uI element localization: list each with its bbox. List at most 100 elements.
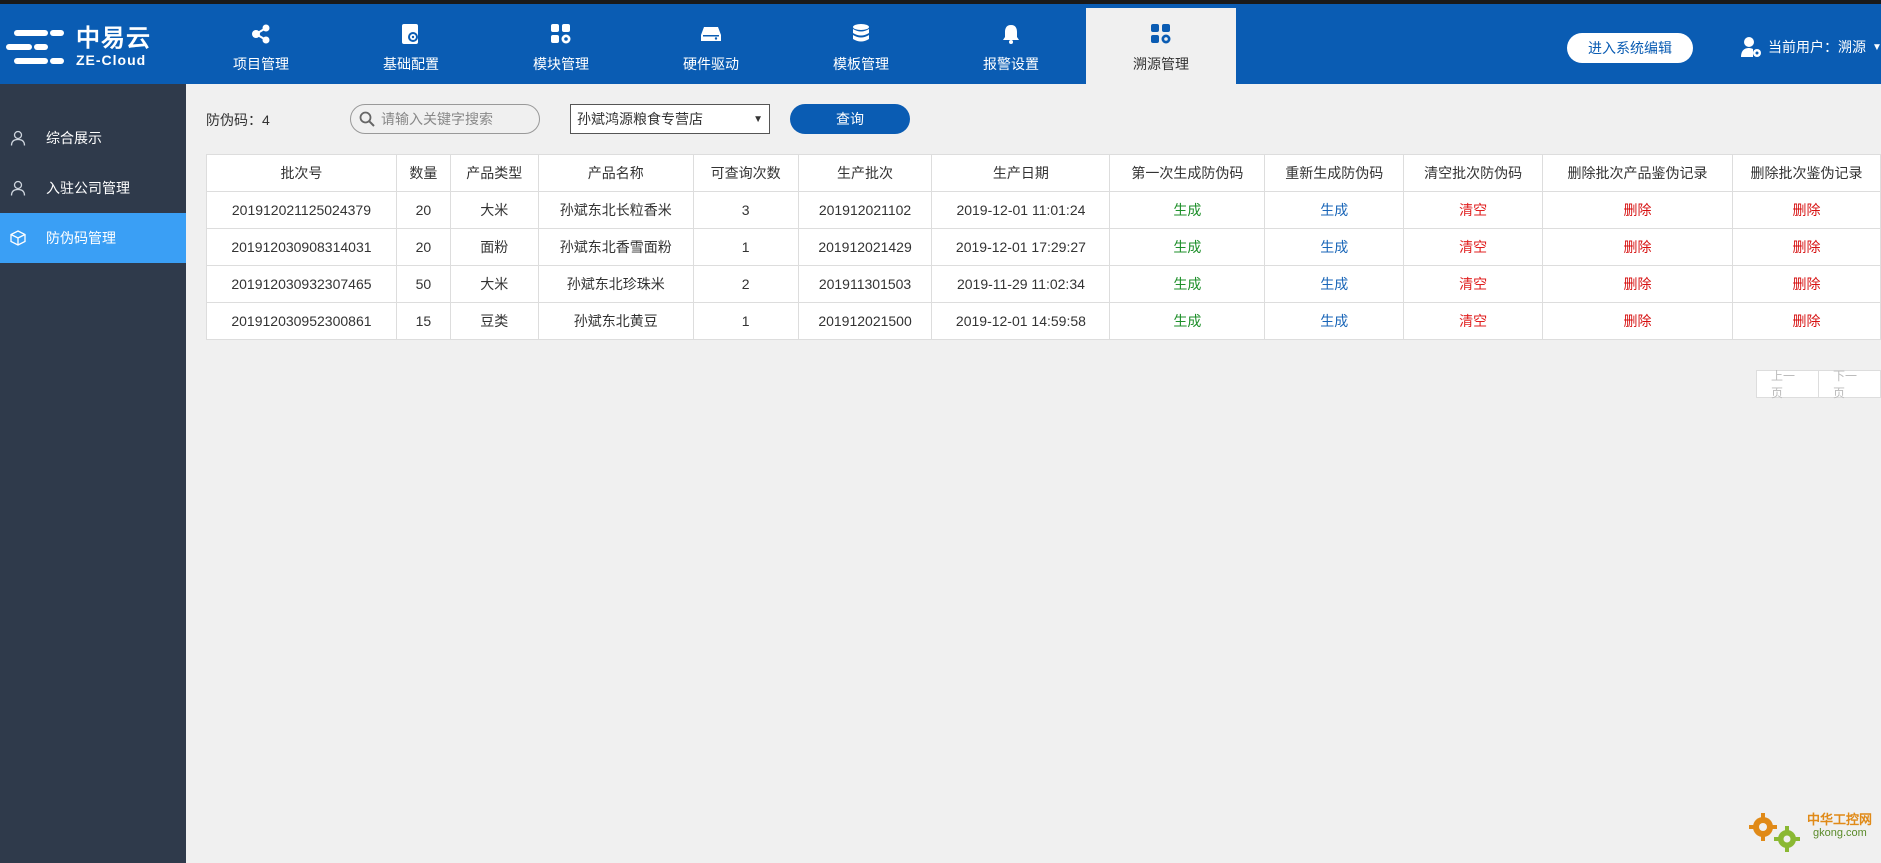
- ze-logo-icon: [6, 24, 68, 70]
- nav-label: 模板管理: [833, 56, 889, 72]
- current-user[interactable]: 当前用户：溯源 ▼: [1740, 36, 1881, 58]
- production-batch: 201912021102: [797, 191, 933, 229]
- col-header: 第一次生成防伪码: [1109, 154, 1266, 192]
- hard-drive-icon: [699, 22, 723, 46]
- quantity: 15: [395, 302, 451, 340]
- query-count: 3: [692, 191, 799, 229]
- nav-label: 硬件驱动: [683, 56, 739, 72]
- first-generate-link[interactable]: 生成: [1109, 191, 1266, 229]
- nav-item-template[interactable]: 模板管理: [786, 8, 936, 88]
- col-header: 删除批次鉴伪记录: [1731, 154, 1881, 192]
- store-select-value: 孙斌鸿源粮食专营店: [577, 111, 703, 127]
- product-type: 大米: [449, 191, 539, 229]
- query-button[interactable]: 查询: [790, 104, 910, 134]
- col-header: 数量: [395, 154, 451, 192]
- production-date: 2019-12-01 14:59:58: [931, 302, 1111, 340]
- prev-page-button[interactable]: 上一页: [1756, 369, 1819, 400]
- gear-icon: [1749, 813, 1800, 852]
- product-type: 大米: [449, 265, 539, 303]
- regenerate-link[interactable]: 生成: [1264, 191, 1405, 229]
- logo[interactable]: 中易云 ZE-Cloud: [6, 22, 156, 72]
- search-box[interactable]: [350, 104, 540, 134]
- enter-system-edit-button[interactable]: 进入系统编辑: [1567, 33, 1693, 63]
- product-name: 孙斌东北长粒香米: [537, 191, 694, 229]
- user-icon: [9, 129, 27, 147]
- product-type: 面粉: [449, 228, 539, 266]
- production-batch: 201912021429: [797, 228, 933, 266]
- regenerate-link[interactable]: 生成: [1264, 265, 1405, 303]
- production-batch: 201911301503: [797, 265, 933, 303]
- nav-item-alarm[interactable]: 报警设置: [936, 8, 1086, 88]
- nav-label: 项目管理: [233, 56, 289, 72]
- store-select[interactable]: 孙斌鸿源粮食专营店 ▼: [570, 104, 770, 134]
- product-name: 孙斌东北香雪面粉: [537, 228, 694, 266]
- nav-item-basic-config[interactable]: 基础配置: [336, 8, 486, 88]
- first-generate-link[interactable]: 生成: [1109, 265, 1266, 303]
- product-name: 孙斌东北黄豆: [537, 302, 694, 340]
- delete-product-records-link[interactable]: 删除: [1542, 191, 1733, 229]
- logo-cn-text: 中易云: [76, 25, 151, 52]
- quantity: 20: [395, 191, 451, 229]
- product-type: 豆类: [449, 302, 539, 340]
- nav-item-project[interactable]: 项目管理: [186, 8, 336, 88]
- col-header: 可查询次数: [692, 154, 799, 192]
- table-row: 201912030932307465 50 大米 孙斌东北珍珠米 2 20191…: [206, 265, 1881, 303]
- watermark-text: 中华工控网: [1807, 812, 1873, 827]
- delete-batch-records-link[interactable]: 删除: [1731, 265, 1881, 303]
- col-header: 批次号: [206, 154, 397, 192]
- nav-label: 报警设置: [983, 56, 1039, 72]
- nav-label: 模块管理: [533, 56, 589, 72]
- delete-product-records-link[interactable]: 删除: [1542, 228, 1733, 266]
- batch-number: 201912021125024379: [206, 191, 397, 229]
- regenerate-link[interactable]: 生成: [1264, 228, 1405, 266]
- delete-product-records-link[interactable]: 删除: [1542, 302, 1733, 340]
- sidebar-item-company[interactable]: 入驻公司管理: [0, 163, 186, 213]
- batch-number: 201912030932307465: [206, 265, 397, 303]
- quantity: 20: [395, 228, 451, 266]
- nav-label: 溯源管理: [1133, 56, 1189, 72]
- search-input[interactable]: [381, 111, 531, 127]
- col-header: 生产日期: [931, 154, 1111, 192]
- first-generate-link[interactable]: 生成: [1109, 302, 1266, 340]
- batch-number: 201912030952300861: [206, 302, 397, 340]
- database-icon: [849, 22, 873, 46]
- nav-item-module[interactable]: 模块管理: [486, 8, 636, 88]
- cube-icon: [9, 229, 27, 247]
- first-generate-link[interactable]: 生成: [1109, 228, 1266, 266]
- col-header: 产品名称: [537, 154, 694, 192]
- table-row: 201912030952300861 15 豆类 孙斌东北黄豆 1 201912…: [206, 302, 1881, 340]
- clear-link[interactable]: 清空: [1403, 265, 1544, 303]
- delete-batch-records-link[interactable]: 删除: [1731, 302, 1881, 340]
- table-row: 201912030908314031 20 面粉 孙斌东北香雪面粉 1 2019…: [206, 228, 1881, 266]
- pagination: 上一页 下一页: [1756, 369, 1881, 400]
- delete-batch-records-link[interactable]: 删除: [1731, 191, 1881, 229]
- sidebar-item-anticounterfeit[interactable]: 防伪码管理: [0, 213, 186, 263]
- next-page-button[interactable]: 下一页: [1819, 369, 1881, 400]
- clear-link[interactable]: 清空: [1403, 191, 1544, 229]
- watermark-url: gkong.com: [1813, 827, 1867, 839]
- current-user-label: 当前用户：溯源: [1768, 39, 1866, 55]
- batch-number: 201912030908314031: [206, 228, 397, 266]
- clear-link[interactable]: 清空: [1403, 302, 1544, 340]
- top-bar: 中易云 ZE-Cloud 项目管理 基础配置 模块管理 硬件驱动 模板管理 报警…: [0, 0, 1881, 88]
- delete-batch-records-link[interactable]: 删除: [1731, 228, 1881, 266]
- query-count: 2: [692, 265, 799, 303]
- production-batch: 201912021500: [797, 302, 933, 340]
- production-date: 2019-11-29 11:02:34: [931, 265, 1111, 303]
- quantity: 50: [395, 265, 451, 303]
- sidebar-item-overview[interactable]: 综合展示: [0, 113, 186, 163]
- nav-item-traceability[interactable]: 溯源管理: [1086, 8, 1236, 88]
- user-gear-icon: [1740, 36, 1762, 58]
- share-nodes-icon: [249, 22, 273, 46]
- delete-product-records-link[interactable]: 删除: [1542, 265, 1733, 303]
- table-row: 201912021125024379 20 大米 孙斌东北长粒香米 3 2019…: [206, 191, 1881, 229]
- table-header-row: 批次号 数量 产品类型 产品名称 可查询次数 生产批次 生产日期 第一次生成防伪…: [206, 154, 1881, 192]
- nav-item-hardware[interactable]: 硬件驱动: [636, 8, 786, 88]
- code-count-label: 防伪码：4: [206, 112, 270, 128]
- logo-en-text: ZE-Cloud: [76, 52, 147, 68]
- query-count: 1: [692, 302, 799, 340]
- sidebar-item-label: 入驻公司管理: [46, 180, 130, 196]
- regenerate-link[interactable]: 生成: [1264, 302, 1405, 340]
- col-header: 生产批次: [797, 154, 933, 192]
- clear-link[interactable]: 清空: [1403, 228, 1544, 266]
